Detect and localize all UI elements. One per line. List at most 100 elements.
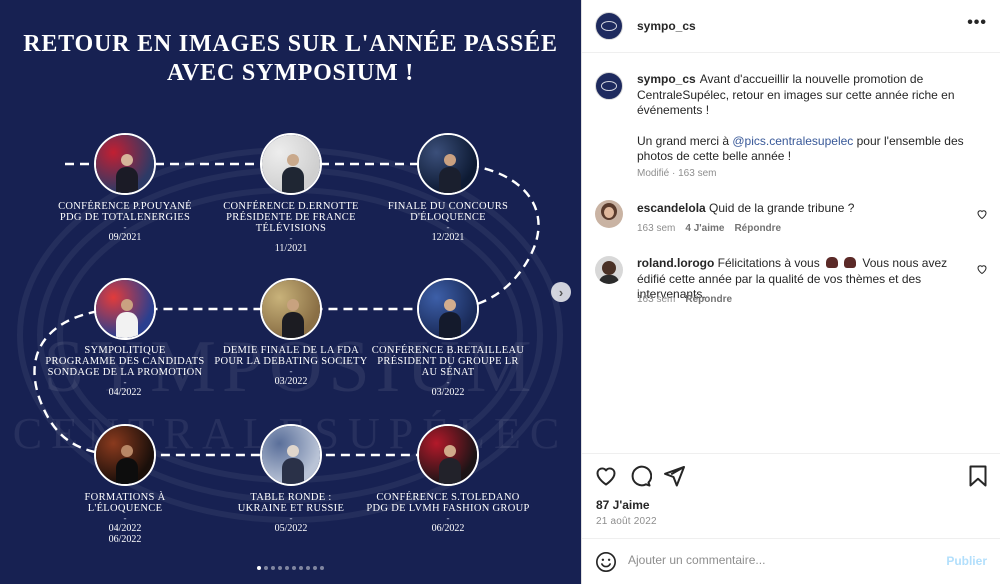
carousel-dots [0,566,581,570]
comment-avatar[interactable] [595,256,623,284]
event-caption-ernotte: CONFÉRENCE D.ERNOTTE PRÉSIDENTE DE FRANCE… [201,201,381,254]
comment-avatar[interactable] [595,200,623,228]
event-date: 06/2022 [431,523,465,534]
event-caption-sympolitique: SYMPOLITIQUE PROGRAMME DES CANDIDATS SONDA… [35,345,215,398]
caption-avatar[interactable] [595,72,623,100]
event-caption-fda: DEMIE FINALE DE LA FDA POUR LA DEBATING S… [201,345,381,387]
comment-text: Félicitations à vous [717,256,824,270]
event-separator: - [446,513,450,523]
event-date-2: 06/2022 [108,534,142,545]
caption-meta: Modifié · 163 sem [637,168,717,179]
clapping-hands-icon [844,257,857,268]
reply-button[interactable]: Répondre [685,294,732,305]
event-title: CONFÉRENCE B.RETAILLEAU [371,345,525,356]
event-caption-concours: FINALE DU CONCOURS D'ÉLOQUENCE -12/2021 [358,201,538,243]
event-photo-ernotte [260,133,322,195]
event-subtitle: PRÉSIDENT DU GROUPE LR [377,356,519,367]
event-date: 03/2022 [431,387,465,398]
post-date: 21 août 2022 [596,516,657,527]
event-separator: - [446,222,450,232]
event-date: 11/2021 [274,243,308,254]
comment-item: escandelola Quid de la grande tribune ? [637,201,967,217]
comment-heart-icon[interactable] [976,208,988,220]
event-photo-retailleau [417,278,479,340]
event-separator: - [123,222,127,232]
bookmark-icon[interactable] [966,464,990,488]
comment-heart-icon[interactable] [976,263,988,275]
event-caption-retailleau: CONFÉRENCE B.RETAILLEAU PRÉSIDENT DU GROU… [358,345,538,398]
event-photo-pouyane [94,133,156,195]
action-bar [582,453,1000,493]
comment-input[interactable] [628,553,928,567]
carousel-dot [278,566,282,570]
event-title: TABLE RONDE : [250,492,332,503]
carousel-dot [306,566,310,570]
more-options-icon[interactable]: ••• [967,14,987,32]
event-date: 05/2022 [274,523,308,534]
caption-thanks: Un grand merci à [637,133,733,148]
event-separator: - [123,513,127,523]
event-photo-formations [94,424,156,486]
event-title: CONFÉRENCE S.TOLEDANO [376,492,520,503]
event-photo-sympolitique [94,278,156,340]
event-photo-concours [417,133,479,195]
event-caption-tableronde: TABLE RONDE : UKRAINE ET RUSSIE -05/2022 [201,492,381,534]
event-separator: - [289,366,293,376]
comment-username[interactable]: escandelola [637,201,706,215]
event-title: FINALE DU CONCOURS [387,201,509,212]
carousel-dot [285,566,289,570]
event-title: FORMATIONS À [84,492,166,503]
event-title: SYMPOLITIQUE [84,345,166,356]
post-side-panel: sympo_cs ••• sympo_cs Avant d'accueillir … [581,0,1000,584]
event-separator: - [123,377,127,387]
event-title: DEMIE FINALE DE LA FDA [222,345,360,356]
carousel-dot [299,566,303,570]
publish-button[interactable]: Publier [946,554,987,568]
comment-time: 163 sem [637,223,676,234]
emoji-icon[interactable] [595,551,617,573]
event-separator: - [446,377,450,387]
event-caption-pouyane: CONFÉRENCE P.POUYANÉ PDG DE TOTALENERGIES… [35,201,215,243]
carousel-dot [271,566,275,570]
event-title: CONFÉRENCE D.ERNOTTE [223,201,359,212]
share-icon[interactable] [662,464,686,488]
event-subtitle: PROGRAMME DES CANDIDATS [45,356,205,367]
chevron-right-icon: › [558,284,564,300]
event-separator: - [289,233,293,243]
carousel-dot [257,566,261,570]
event-photo-fda [260,278,322,340]
event-caption-formations: FORMATIONS À L'ÉLOQUENCE -04/2022 06/2022 [35,492,215,545]
event-title: CONFÉRENCE P.POUYANÉ [58,201,192,212]
carousel-dot [264,566,268,570]
event-date: 03/2022 [274,376,308,387]
event-date: 04/2022 [108,523,142,534]
carousel-dot [320,566,324,570]
event-subtitle: PRÉSIDENTE DE FRANCE TÉLÉVISIONS [226,212,356,234]
account-name[interactable]: sympo_cs [637,19,696,33]
post-header: sympo_cs ••• [582,0,1000,53]
post-caption: sympo_cs Avant d'accueillir la nouvelle p… [637,72,967,180]
post-image[interactable]: SYMPOSIUM CENTRALESUPÉLEC RETOUR EN IMAG… [0,0,581,584]
mention-link[interactable]: @pics.centralesupelec [732,134,853,148]
event-separator: - [289,513,293,523]
heart-icon[interactable] [594,464,618,488]
account-avatar[interactable] [595,12,623,40]
add-comment-bar: Publier [582,538,1000,584]
carousel-next-button[interactable]: › [551,282,571,302]
clapping-hands-icon [826,257,839,268]
likes-count[interactable]: 87 J'aime [596,498,650,512]
carousel-dot [313,566,317,570]
event-date: 09/2021 [108,232,142,243]
comment-likes[interactable]: 4 J'aime [685,223,724,234]
comment-icon[interactable] [628,464,652,488]
caption-username[interactable]: sympo_cs [637,72,696,86]
event-date: 12/2021 [431,232,465,243]
reply-button[interactable]: Répondre [734,223,781,234]
comment-username[interactable]: roland.lorogo [637,256,714,270]
comment-text: Quid de la grande tribune ? [709,201,855,215]
comment-time: 163 sem [637,294,676,305]
event-date: 04/2022 [108,387,142,398]
carousel-dot [292,566,296,570]
comment-meta: 163 sem 4 J'aime Répondre [637,223,781,234]
event-caption-toledano: CONFÉRENCE S.TOLEDANO PDG DE LVMH FASHION… [358,492,538,534]
